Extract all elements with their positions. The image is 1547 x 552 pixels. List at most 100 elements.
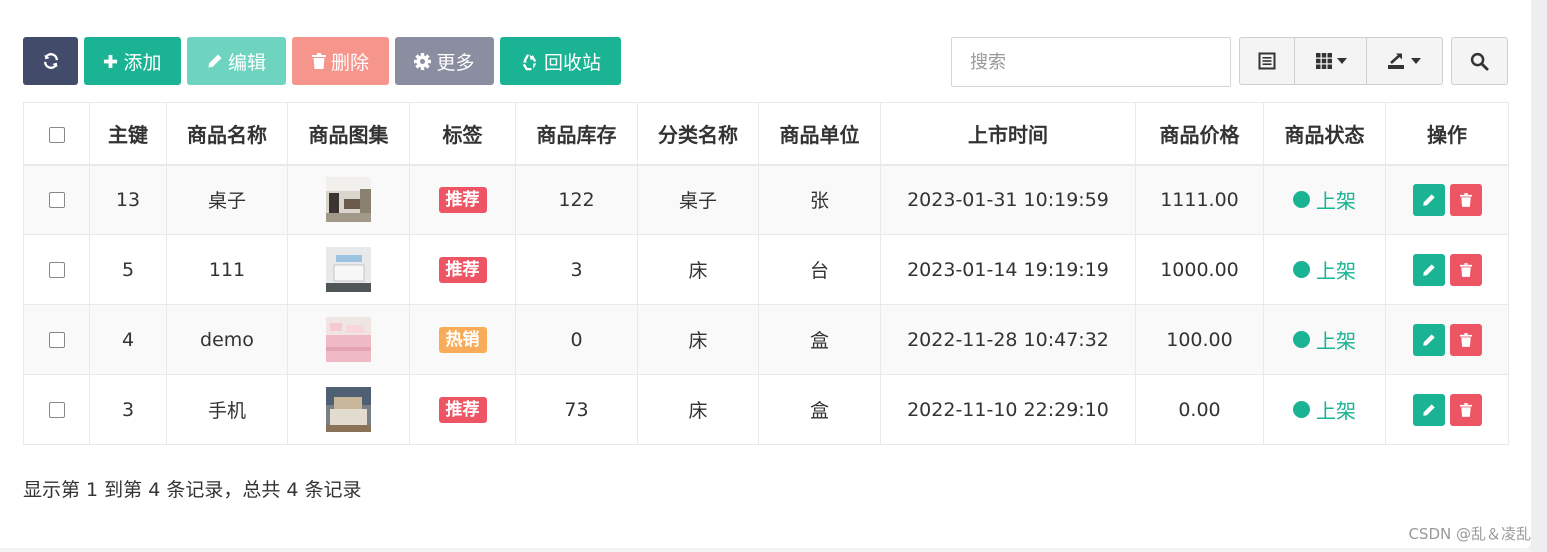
plus-icon	[104, 54, 118, 68]
row-checkbox[interactable]	[48, 402, 65, 418]
tag-badge: 推荐	[438, 396, 487, 423]
recycle-bin-button[interactable]: 回收站	[500, 37, 621, 85]
table-tools-group	[1239, 37, 1443, 85]
cell-stock: 0	[515, 304, 638, 375]
tag-badge: 热销	[438, 326, 487, 353]
toggle-view-button[interactable]	[1240, 38, 1296, 84]
pencil-icon	[1422, 333, 1435, 346]
tag-badge: 推荐	[438, 186, 487, 213]
cell-id: 5	[89, 234, 167, 305]
cell-price: 1111.00	[1135, 164, 1264, 235]
trash-icon	[311, 53, 326, 69]
refresh-button[interactable]	[23, 37, 78, 85]
status-dot-icon	[1293, 401, 1310, 418]
select-all-cell	[23, 102, 90, 166]
column-header[interactable]: 上市时间	[880, 102, 1136, 166]
export-icon	[1388, 53, 1405, 69]
pencil-icon	[1422, 194, 1435, 206]
row-edit-button[interactable]	[1412, 253, 1445, 286]
product-image[interactable]	[326, 177, 371, 223]
column-header[interactable]: 商品状态	[1263, 102, 1386, 166]
search-input[interactable]	[951, 37, 1231, 87]
select-all-checkbox[interactable]	[48, 126, 65, 143]
caret-down-icon	[1411, 58, 1422, 64]
refresh-icon	[43, 53, 58, 69]
status-badge[interactable]: 上架	[1293, 255, 1356, 284]
cell-category: 床	[637, 374, 759, 445]
edit-button[interactable]: 编辑	[187, 37, 286, 85]
column-header[interactable]: 商品图集	[287, 102, 410, 166]
cell-name: 手机	[166, 374, 288, 445]
export-dropdown-button[interactable]	[1367, 38, 1442, 84]
cell-unit: 张	[758, 164, 881, 235]
column-header[interactable]: 商品库存	[515, 102, 638, 166]
edit-button-label: 编辑	[227, 51, 266, 74]
column-header[interactable]: 商品单位	[758, 102, 881, 166]
trash-icon	[1459, 332, 1472, 347]
more-button[interactable]: 更多	[395, 37, 494, 85]
tag-badge: 推荐	[438, 256, 487, 283]
products-table: 主键 商品名称 商品图集 标签 商品库存 分类名称 商品单位 上市时间 商品价格…	[23, 102, 1509, 445]
cell-price: 0.00	[1135, 374, 1264, 445]
status-badge[interactable]: 上架	[1293, 325, 1356, 354]
search-icon	[1470, 52, 1489, 71]
scrollbar-track[interactable]	[1531, 0, 1547, 552]
cell-unit: 台	[758, 234, 881, 305]
pencil-icon	[1422, 263, 1435, 276]
status-label: 上架	[1316, 329, 1356, 353]
status-label: 上架	[1316, 399, 1356, 423]
cell-launch-time: 2023-01-31 10:19:59	[880, 164, 1136, 235]
product-image[interactable]	[326, 387, 371, 432]
cell-name: 111	[166, 234, 288, 305]
recycle-icon	[522, 53, 537, 70]
toolbar: 添加 编辑 删除 更多 回收站	[23, 37, 621, 85]
recycle-bin-button-label: 回收站	[543, 51, 601, 74]
column-header[interactable]: 分类名称	[637, 102, 759, 166]
cell-launch-time: 2022-11-28 10:47:32	[880, 304, 1136, 375]
row-delete-button[interactable]	[1449, 323, 1482, 356]
cell-name: 桌子	[166, 164, 288, 235]
cell-id: 13	[89, 164, 167, 235]
pagination-info: 显示第 1 到第 4 条记录，总共 4 条记录	[23, 479, 362, 501]
status-badge[interactable]: 上架	[1293, 395, 1356, 424]
row-edit-button[interactable]	[1412, 183, 1445, 216]
column-header[interactable]: 标签	[409, 102, 516, 166]
column-header[interactable]: 商品价格	[1135, 102, 1264, 166]
status-badge[interactable]: 上架	[1293, 185, 1356, 214]
add-button-label: 添加	[123, 51, 162, 74]
caret-down-icon	[1336, 58, 1347, 64]
cell-unit: 盒	[758, 304, 881, 375]
row-delete-button[interactable]	[1449, 183, 1482, 216]
cell-category: 床	[637, 234, 759, 305]
table-header-row: 主键 商品名称 商品图集 标签 商品库存 分类名称 商品单位 上市时间 商品价格…	[23, 102, 1509, 166]
status-label: 上架	[1316, 189, 1356, 214]
cell-name: demo	[166, 304, 288, 375]
delete-button[interactable]: 删除	[292, 37, 389, 85]
row-checkbox[interactable]	[48, 262, 65, 278]
cell-launch-time: 2022-11-10 22:29:10	[880, 374, 1136, 445]
row-edit-button[interactable]	[1412, 393, 1445, 426]
table-row: 3 手机 推荐 73 床 盒 2022-11-10 22:29:10 0.00	[23, 374, 1509, 445]
product-image[interactable]	[326, 247, 371, 292]
row-delete-button[interactable]	[1449, 253, 1482, 286]
status-dot-icon	[1293, 331, 1310, 348]
cell-unit: 盒	[758, 374, 881, 445]
table-row: 5 111 推荐 3 床 台 2023-01-14 19:19:19 1000.…	[23, 234, 1509, 305]
product-image[interactable]	[326, 317, 371, 362]
columns-dropdown-button[interactable]	[1295, 38, 1367, 84]
status-dot-icon	[1293, 191, 1310, 209]
cell-id: 3	[89, 374, 167, 445]
grid-icon	[1315, 53, 1332, 69]
row-edit-button[interactable]	[1412, 323, 1445, 356]
cell-stock: 73	[515, 374, 638, 445]
watermark: CSDN @乱＆凌乱	[1408, 525, 1531, 543]
cell-launch-time: 2023-01-14 19:19:19	[880, 234, 1136, 305]
row-checkbox[interactable]	[48, 332, 65, 348]
add-button[interactable]: 添加	[84, 37, 181, 85]
search-button[interactable]	[1451, 37, 1508, 85]
row-delete-button[interactable]	[1449, 393, 1482, 426]
row-checkbox[interactable]	[48, 192, 65, 209]
column-header[interactable]: 商品名称	[166, 102, 288, 166]
column-header[interactable]: 主键	[89, 102, 167, 166]
pencil-icon	[1422, 403, 1435, 416]
